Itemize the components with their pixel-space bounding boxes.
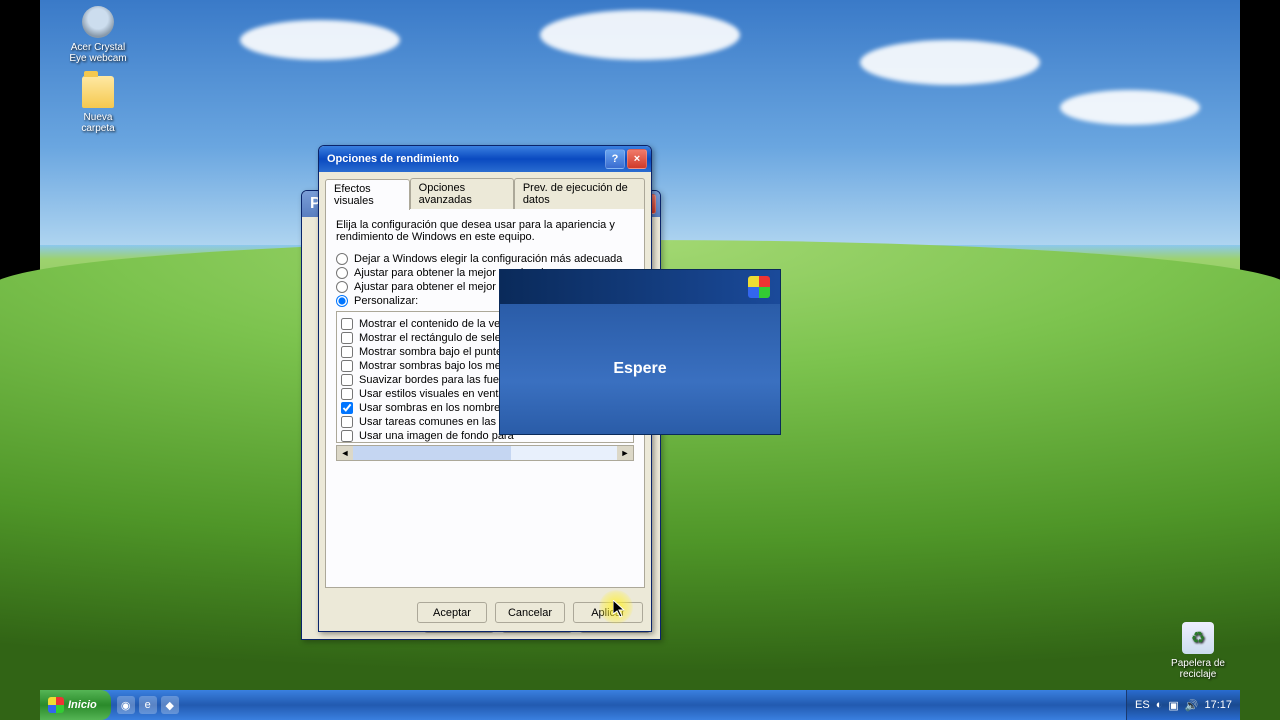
tray-icon[interactable]: ▣	[1168, 699, 1178, 712]
effect-label: Usar tareas comunes en las carp	[359, 416, 520, 428]
scroll-left-arrow[interactable]: ◄	[337, 446, 353, 460]
effect-checkbox[interactable]	[341, 318, 353, 330]
close-button[interactable]: ×	[627, 149, 647, 169]
apply-button[interactable]: Aplicar	[573, 602, 643, 623]
wait-text: Espere	[613, 360, 666, 378]
wait-dialog: Espere	[499, 269, 781, 435]
start-label: Inicio	[68, 699, 97, 711]
language-indicator[interactable]: ES	[1135, 699, 1150, 711]
windows-logo-icon	[48, 697, 64, 713]
quick-launch: ◉ e ◆	[111, 690, 185, 720]
tab-dep[interactable]: Prev. de ejecución de datos	[514, 178, 645, 209]
titlebar[interactable]: Opciones de rendimiento ? ×	[319, 146, 651, 172]
icon-label: Papelera de reciclaje	[1168, 658, 1228, 680]
desktop[interactable]: Acer Crystal Eye webcam Nueva carpeta Pa…	[40, 0, 1240, 720]
volume-icon[interactable]: 🔊	[1185, 699, 1199, 712]
icon-label: Acer Crystal Eye webcam	[68, 42, 128, 64]
quick-launch-app[interactable]: ◆	[161, 696, 179, 714]
icon-label: Nueva carpeta	[68, 112, 128, 134]
system-tray[interactable]: ES ◐ ▣ 🔊 17:17	[1126, 690, 1240, 720]
effect-label: Mostrar el rectángulo de selecció	[359, 332, 520, 344]
desktop-icon-webcam[interactable]: Acer Crystal Eye webcam	[68, 6, 128, 64]
tab-advanced[interactable]: Opciones avanzadas	[410, 178, 514, 209]
cloud	[240, 20, 400, 60]
desktop-icon-folder[interactable]: Nueva carpeta	[68, 76, 128, 134]
folder-icon	[82, 76, 114, 108]
scroll-thumb[interactable]	[353, 446, 511, 460]
effect-checkbox[interactable]	[341, 402, 353, 414]
tray-icon[interactable]: ◐	[1156, 699, 1163, 711]
effect-checkbox[interactable]	[341, 346, 353, 358]
intro-text: Elija la configuración que desea usar pa…	[336, 219, 634, 243]
radio-let-windows[interactable]: Dejar a Windows elegir la configuración …	[336, 253, 634, 265]
quick-launch-chrome[interactable]: ◉	[117, 696, 135, 714]
window-title: Opciones de rendimiento	[327, 153, 603, 165]
wait-body: Espere	[500, 304, 780, 434]
wait-header	[500, 270, 780, 304]
clock[interactable]: 17:17	[1204, 699, 1232, 711]
effect-checkbox[interactable]	[341, 430, 353, 442]
effect-label: Suavizar bordes para las fuente	[359, 374, 514, 386]
taskbar[interactable]: Inicio ◉ e ◆ ES ◐ ▣ 🔊 17:17	[40, 690, 1240, 720]
effect-checkbox[interactable]	[341, 374, 353, 386]
desktop-icon-recycle[interactable]: Papelera de reciclaje	[1168, 622, 1228, 680]
effect-label: Mostrar sombras bajo los menús	[359, 360, 519, 372]
effect-label: Mostrar el contenido de la venta	[359, 318, 516, 330]
windows-logo-icon	[748, 276, 770, 298]
cancel-button[interactable]: Cancelar	[495, 602, 565, 623]
tab-strip: Efectos visuales Opciones avanzadas Prev…	[325, 178, 645, 209]
effect-label: Usar una imagen de fondo para	[359, 430, 514, 442]
effect-label: Usar estilos visuales en ventana	[359, 388, 517, 400]
cloud	[860, 40, 1040, 85]
webcam-icon	[82, 6, 114, 38]
effect-checkbox[interactable]	[341, 388, 353, 400]
cloud	[1060, 90, 1200, 125]
effect-label: Mostrar sombra bajo el puntero	[359, 346, 512, 358]
help-button[interactable]: ?	[605, 149, 625, 169]
quick-launch-ie[interactable]: e	[139, 696, 157, 714]
tab-visual-effects[interactable]: Efectos visuales	[325, 179, 410, 210]
recycle-bin-icon	[1182, 622, 1214, 654]
effect-checkbox[interactable]	[341, 332, 353, 344]
start-button[interactable]: Inicio	[40, 690, 111, 720]
effect-checkbox[interactable]	[341, 360, 353, 372]
scroll-track[interactable]	[353, 446, 617, 460]
scroll-right-arrow[interactable]: ►	[617, 446, 633, 460]
effect-checkbox[interactable]	[341, 416, 353, 428]
effect-label: Usar sombras en los nombres de	[359, 402, 521, 414]
dialog-buttons: Aceptar Cancelar Aplicar	[319, 594, 651, 631]
ok-button[interactable]: Aceptar	[417, 602, 487, 623]
cloud	[540, 10, 740, 60]
horizontal-scrollbar[interactable]: ◄ ►	[336, 445, 634, 461]
